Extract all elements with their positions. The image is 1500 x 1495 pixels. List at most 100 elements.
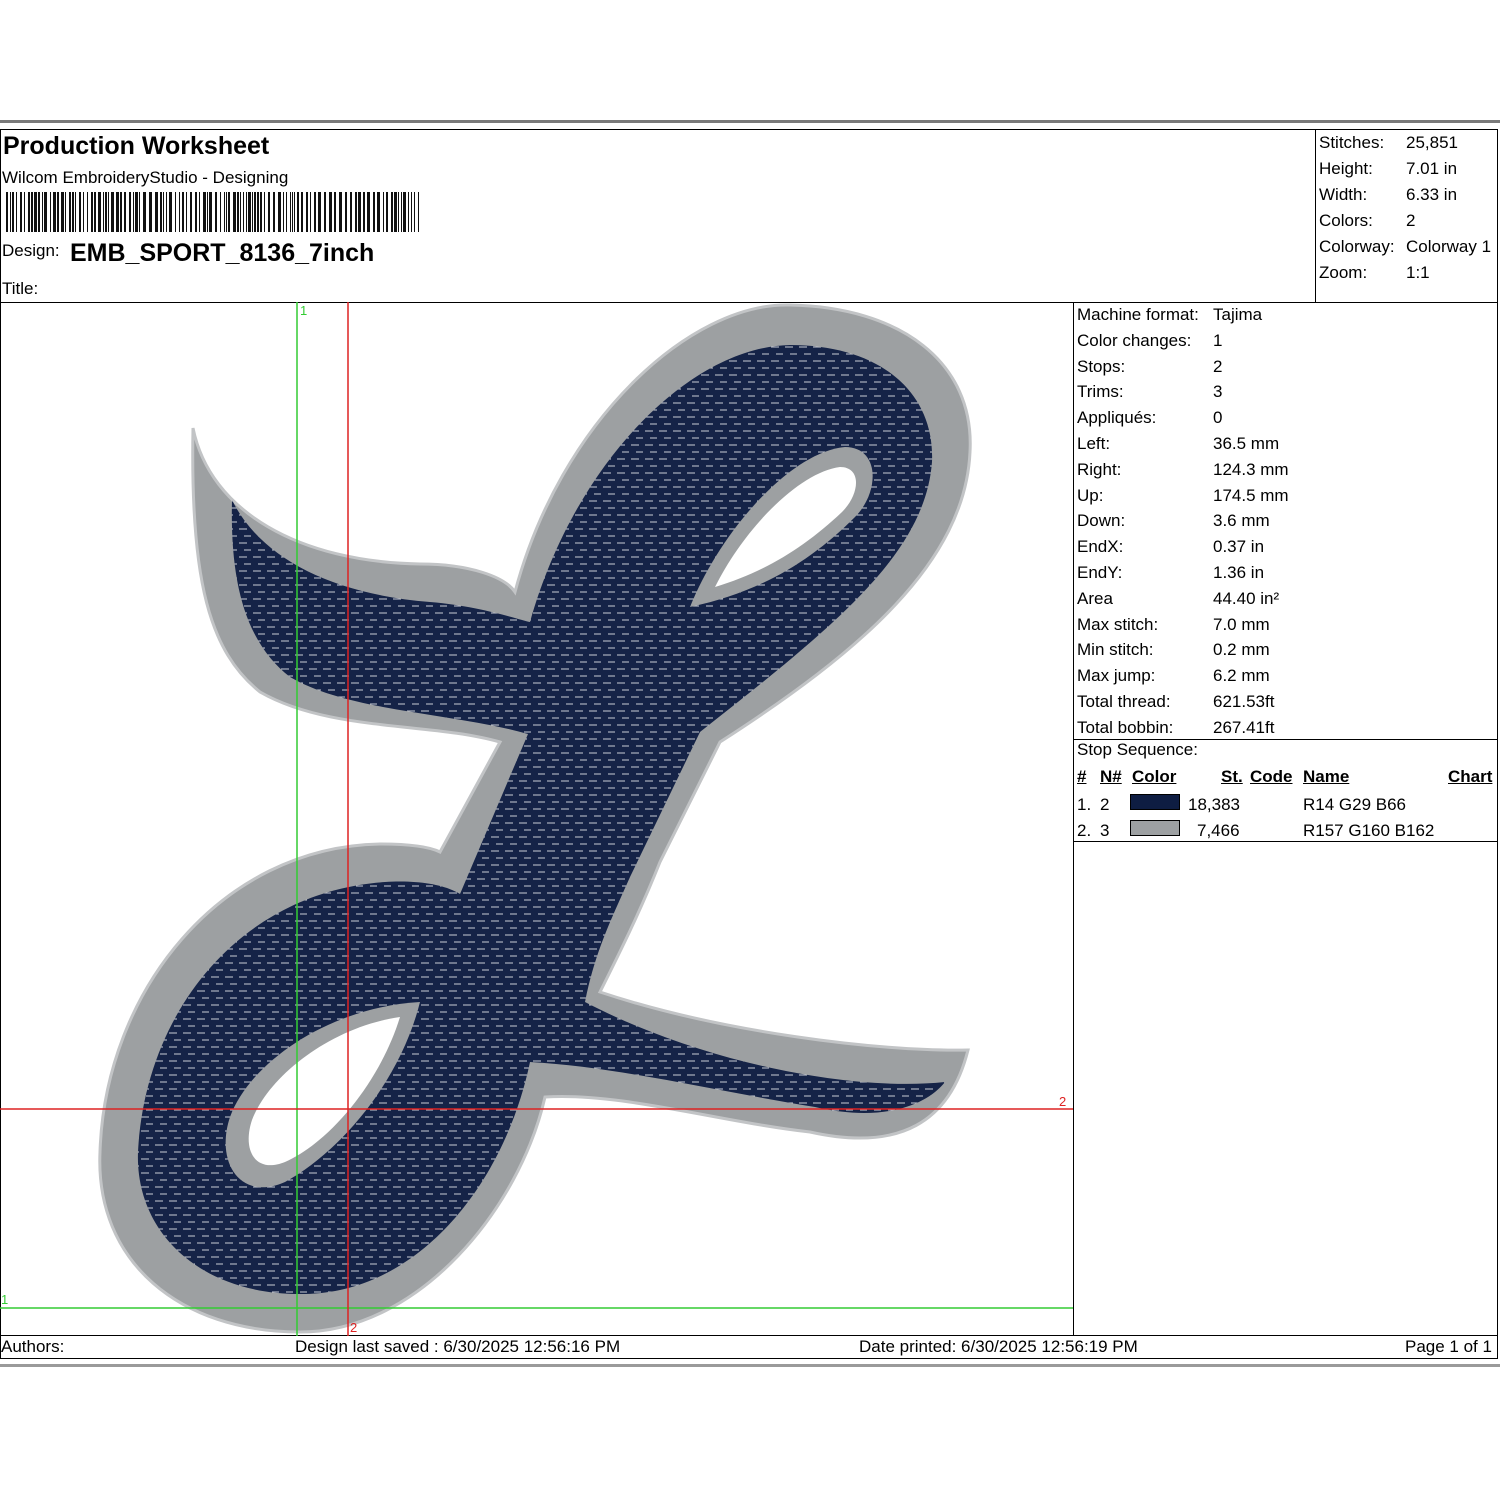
stats-key: EndX: bbox=[1077, 537, 1124, 557]
barcode-bar bbox=[72, 192, 74, 232]
summary-value: 1:1 bbox=[1406, 263, 1430, 282]
barcode-bar bbox=[286, 192, 287, 232]
stop-row-needle: 3 bbox=[1100, 821, 1110, 840]
stats-row: Total thread: 621.53ft bbox=[1077, 689, 1497, 715]
barcode-bar bbox=[87, 192, 88, 232]
stats-key: Stops: bbox=[1077, 356, 1126, 376]
stats-key: Color changes: bbox=[1077, 330, 1192, 350]
barcode-bar bbox=[182, 192, 184, 232]
stats-value: 0 bbox=[1213, 408, 1223, 428]
stats-row: EndX: 0.37 in bbox=[1077, 534, 1497, 560]
barcode-bar bbox=[329, 192, 332, 232]
barcode-bar bbox=[155, 192, 158, 232]
barcode-bar bbox=[237, 192, 239, 232]
barcode-bar bbox=[386, 192, 388, 232]
summary-value: 6.33 in bbox=[1406, 185, 1458, 204]
stats-row: Max stitch: 7.0 mm bbox=[1077, 612, 1497, 638]
barcode-bar bbox=[358, 192, 361, 232]
guide-y-label: 1 bbox=[1, 1292, 8, 1307]
barcode-bar bbox=[163, 192, 164, 232]
stats-row: Down: 3.6 mm bbox=[1077, 508, 1497, 534]
stats-key: Total bobbin: bbox=[1077, 717, 1174, 737]
barcode-bar bbox=[124, 192, 126, 232]
stats-value: 174.5 mm bbox=[1213, 485, 1289, 505]
page-number: Page 1 of 1 bbox=[1405, 1337, 1492, 1356]
barcode-bar bbox=[195, 192, 197, 232]
stats-key: Area bbox=[1077, 588, 1113, 608]
barcode-bar bbox=[408, 192, 409, 232]
stats-value: 267.41ft bbox=[1213, 717, 1275, 737]
summary-key: Zoom: bbox=[1319, 263, 1368, 282]
color-swatch bbox=[1130, 794, 1180, 810]
barcode-bar bbox=[12, 192, 14, 232]
barcode-bar bbox=[278, 192, 281, 232]
barcode-bar bbox=[53, 192, 56, 232]
stats-value: 0.37 in bbox=[1213, 537, 1265, 557]
barcode-bar bbox=[129, 192, 131, 232]
barcode-bar bbox=[228, 192, 230, 232]
page-title: Production Worksheet bbox=[3, 132, 270, 160]
barcode-bar bbox=[324, 192, 326, 232]
stats-value: 3.6 mm bbox=[1213, 511, 1270, 531]
stats-value: 7.0 mm bbox=[1213, 614, 1270, 634]
canvas-divider bbox=[1073, 302, 1074, 1336]
barcode-bar bbox=[83, 192, 84, 232]
barcode-bar bbox=[383, 192, 384, 232]
barcode-bar bbox=[120, 192, 122, 232]
col-header-needle: N# bbox=[1100, 767, 1122, 786]
stats-value: 36.5 mm bbox=[1213, 433, 1280, 453]
barcode-bar bbox=[414, 192, 415, 232]
barcode-bar bbox=[418, 192, 419, 232]
stats-value: 6.2 mm bbox=[1213, 666, 1270, 686]
col-header-name: Name bbox=[1303, 767, 1350, 786]
barcode-bar bbox=[363, 192, 365, 232]
origin-y-label: 2 bbox=[350, 1320, 357, 1335]
title-label: Title: bbox=[2, 279, 39, 298]
barcode-bar bbox=[273, 192, 275, 232]
barcode-bar bbox=[20, 192, 22, 232]
design-preview: 1 1 2 2 bbox=[0, 302, 1073, 1336]
barcode-bar bbox=[355, 192, 357, 232]
stats-value: 2 bbox=[1213, 356, 1223, 376]
barcode-bar bbox=[75, 192, 76, 232]
production-worksheet: Production Worksheet Wilcom EmbroiderySt… bbox=[0, 120, 1500, 1370]
stats-value: 124.3 mm bbox=[1213, 459, 1289, 479]
barcode-bar bbox=[179, 192, 180, 232]
barcode-bar bbox=[297, 192, 299, 232]
summary-panel: Stitches: 25,851 Height: 7.01 in Width: 6.3… bbox=[1319, 130, 1499, 286]
barcode-bar bbox=[175, 192, 176, 232]
col-header-code: Code bbox=[1250, 767, 1293, 786]
barcode-bar bbox=[310, 192, 311, 232]
stop-row-number: 2. bbox=[1077, 821, 1092, 840]
stats-key: Machine format: bbox=[1077, 305, 1199, 324]
barcode-bar bbox=[105, 192, 107, 232]
barcode-bar bbox=[367, 192, 370, 232]
barcode-bar bbox=[116, 192, 119, 232]
summary-value: 25,851 bbox=[1406, 133, 1458, 152]
col-header-chart: Chart bbox=[1448, 767, 1493, 786]
barcode-bar bbox=[260, 192, 262, 232]
stats-key: Right: bbox=[1077, 459, 1122, 479]
barcode-bar bbox=[69, 192, 71, 232]
color-swatch bbox=[1130, 820, 1180, 836]
stats-key: Total thread: bbox=[1077, 691, 1171, 711]
authors-label: Authors: bbox=[1, 1337, 65, 1356]
stats-key: Max jump: bbox=[1077, 666, 1156, 686]
barcode-bar bbox=[334, 192, 336, 232]
stats-row: Trims: 3 bbox=[1077, 379, 1497, 405]
barcode-bar bbox=[240, 192, 241, 232]
design-preview-svg: 1 1 2 2 bbox=[0, 302, 1073, 1336]
barcode-bar bbox=[111, 192, 114, 232]
barcode-bar bbox=[207, 192, 208, 232]
stats-key: Up: bbox=[1077, 485, 1104, 505]
barcode-bar bbox=[248, 192, 251, 232]
barcode-bar bbox=[44, 192, 47, 232]
summary-key: Stitches: bbox=[1319, 133, 1385, 152]
barcode-bar bbox=[345, 192, 347, 232]
barcode-bar bbox=[50, 192, 51, 232]
date-printed: Date printed: 6/30/2025 12:56:19 PM bbox=[859, 1337, 1138, 1356]
barcode-bar bbox=[224, 192, 225, 232]
stats-row: Area 44.40 in² bbox=[1077, 586, 1497, 612]
stop-row-name: R14 G29 B66 bbox=[1303, 795, 1407, 814]
barcode-bar bbox=[377, 192, 380, 232]
